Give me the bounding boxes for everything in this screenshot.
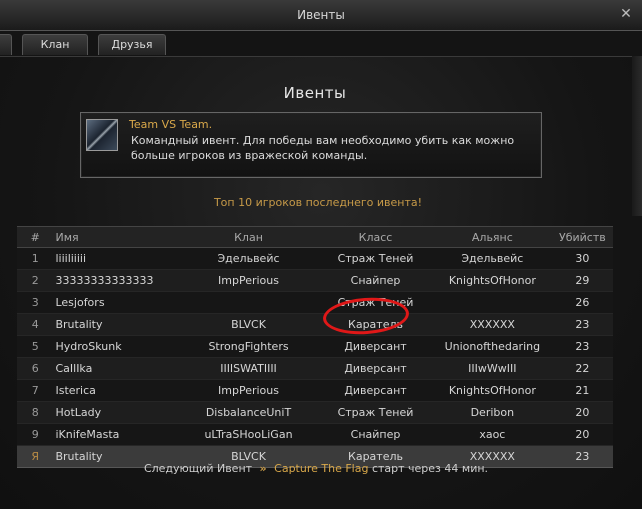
cell-name: HotLady [53,401,179,424]
cell-name: CaIlIka [53,357,179,380]
cell-clan: ImpPerious [178,269,319,292]
cell-kills: 21 [551,379,613,402]
tab-clan[interactable]: Клан [22,34,88,55]
table-row: 7 Isterica ImpPerious Диверсант KnightsO… [17,379,613,402]
cell-clan: BLVCK [178,313,319,336]
event-info-box: Team VS Team. Командный ивент. Для побед… [80,112,542,178]
cell-kills: 23 [551,313,613,336]
tab-previous[interactable] [0,34,12,55]
cell-alliance: xaoc [432,423,552,446]
cell-clan: StrongFighters [178,335,319,358]
table-row: 6 CaIlIka IIIISWATIIII Диверсант IIIwWwI… [17,357,613,380]
tab-friends[interactable]: Друзья [98,34,166,55]
table-row: 4 Brutality BLVCK Каратель XXXXXX 23 [17,313,613,336]
top-players-label: Топ 10 игроков последнего ивента! [213,196,423,209]
cell-rank: 4 [17,313,54,336]
column-header-alliance: Альянс [432,226,552,248]
cell-clan: ImpPerious [178,379,319,402]
next-event-name[interactable]: Capture The Flag [274,462,368,475]
cell-class: Снайпер [318,269,433,292]
cell-class: Страж Теней [318,291,433,314]
tab-bar: Клан Друзья [0,34,642,56]
cell-rank: 5 [17,335,54,358]
cell-rank: 8 [17,401,54,424]
cell-name: Lesjofors [53,291,179,314]
cell-rank: 9 [17,423,54,446]
cell-kills: 23 [551,335,613,358]
cell-class: Диверсант [318,379,433,402]
table-row: 3 Lesjofors Страж Теней 26 [17,291,613,314]
cell-class: Страж Теней [318,401,433,424]
cell-class: Каратель [318,313,433,336]
cell-class: Диверсант [318,357,433,380]
cell-name: iKnifeMasta [53,423,179,446]
cell-rank: 3 [17,291,54,314]
column-header-rank: # [17,226,54,248]
cell-alliance: KnightsOfHonor [432,379,552,402]
cell-alliance [432,291,552,314]
cell-name: 33333333333333 [53,269,179,292]
cell-alliance: KnightsOfHonor [432,269,552,292]
crossed-swords-icon [86,119,118,151]
cell-rank: 6 [17,357,54,380]
cell-clan: uLTraSHooLiGan [178,423,319,446]
cell-clan: IIIISWATIIII [178,357,319,380]
column-header-kills: Убийств [551,226,613,248]
column-header-clan: Клан [178,226,319,248]
top-players-table: # Имя Клан Класс Альянс Убийств 1 liiili… [17,226,613,468]
next-event-timer: старт через 44 мин. [371,462,489,475]
page-title: Ивенты [283,84,347,102]
table-row: 2 33333333333333 ImpPerious Снайпер Knig… [17,269,613,292]
table-header-row: # Имя Клан Класс Альянс Убийств [17,226,613,248]
cell-alliance: Deribon [432,401,552,424]
next-event-prefix: Следующий Ивент [143,462,253,475]
cell-kills: 22 [551,357,613,380]
table-row: 1 liiiliiiii Эдельвейс Страж Теней Эдель… [17,247,613,270]
double-arrow-icon: » [259,462,267,475]
cell-kills: 20 [551,401,613,424]
cell-rank: 7 [17,379,54,402]
cell-alliance: XXXXXX [432,313,552,336]
title-bar[interactable]: Ивенты ✕ [0,0,642,31]
column-header-name: Имя [53,226,179,248]
cell-name: HydroSkunk [53,335,179,358]
table-row: 8 HotLady DisbalanceUniT Страж Теней Der… [17,401,613,424]
cell-class: Страж Теней [318,247,433,270]
cell-kills: 30 [551,247,613,270]
cell-clan: Эдельвейс [178,247,319,270]
cell-kills: 26 [551,291,613,314]
cell-alliance: Эдельвейс [432,247,552,270]
cell-alliance: Unionofthedaring [432,335,552,358]
cell-kills: 20 [551,423,613,446]
cell-name: Brutality [53,313,179,336]
cell-kills: 29 [551,269,613,292]
window-title: Ивенты [297,8,345,22]
table-row: 9 iKnifeMasta uLTraSHooLiGan Снайпер xao… [17,423,613,446]
cell-rank: 1 [17,247,54,270]
table-row: 5 HydroSkunk StrongFighters Диверсант Un… [17,335,613,358]
event-description: Командный ивент. Для победы вам необходи… [131,134,515,162]
cell-name: liiiliiiii [53,247,179,270]
cell-rank: 2 [17,269,54,292]
side-scroll-strip [632,56,642,216]
cell-clan: DisbalanceUniT [178,401,319,424]
cell-alliance: IIIwWwIII [432,357,552,380]
event-name: Team VS Team. [129,118,213,131]
close-icon[interactable]: ✕ [618,6,634,22]
column-header-class: Класс [318,226,433,248]
cell-name: Isterica [53,379,179,402]
next-event-line: Следующий Ивент » Capture The Flag старт… [0,462,632,475]
cell-clan [178,291,319,314]
cell-class: Диверсант [318,335,433,358]
cell-class: Снайпер [318,423,433,446]
events-window: Ивенты ✕ Клан Друзья Ивенты Team VS Team… [0,0,642,509]
